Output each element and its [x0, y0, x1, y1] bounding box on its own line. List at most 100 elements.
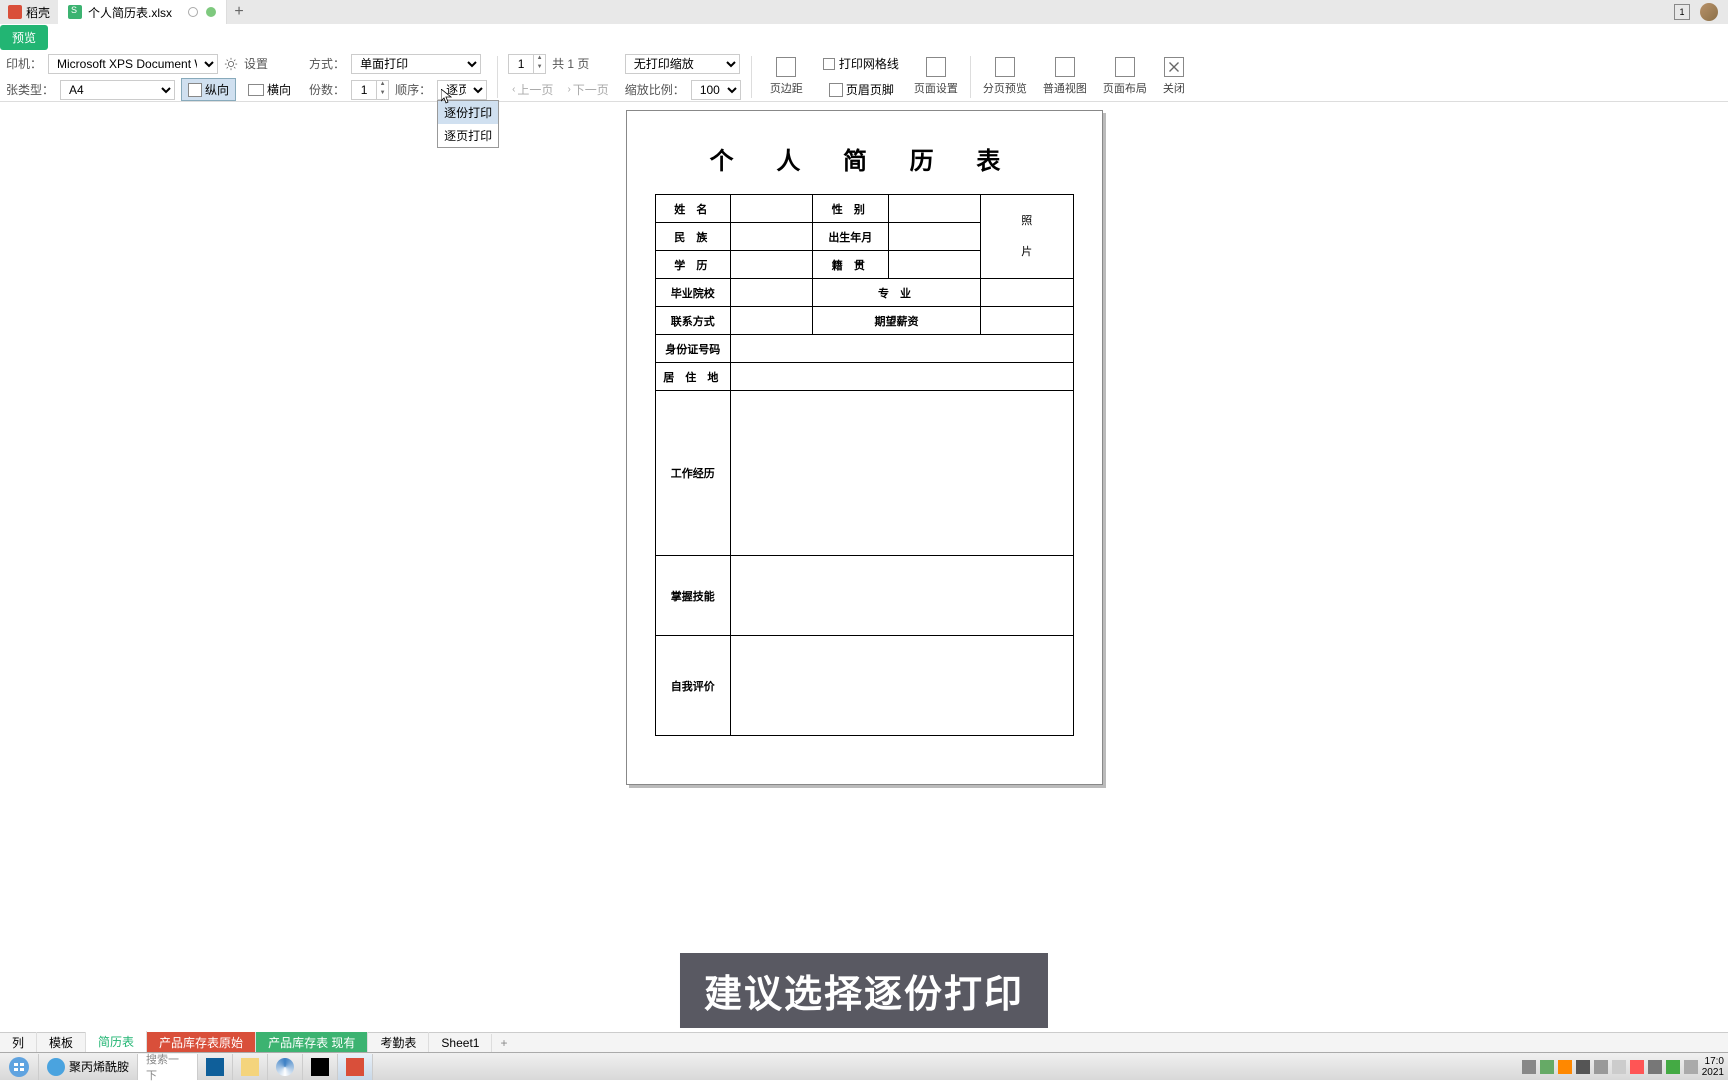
cell-name-label: 姓 名 [655, 195, 731, 223]
page-layout-button[interactable]: 页面布局 [1095, 55, 1155, 98]
titlebar-right: 1 [1674, 3, 1728, 21]
chevron-left-icon: ‹ [512, 84, 515, 95]
order-option-page[interactable]: 逐页打印 [438, 124, 498, 147]
paper-label: 张类型： [6, 81, 54, 98]
mouse-cursor-icon [441, 89, 453, 105]
spin-down-icon[interactable]: ▼ [377, 90, 388, 99]
settings-label[interactable]: 设置 [244, 55, 268, 72]
page-setup-icon [926, 57, 946, 77]
tab-indicator-icon[interactable] [188, 7, 198, 17]
tab-modified-icon[interactable] [206, 7, 216, 17]
header-footer-button[interactable]: 页眉页脚 [823, 79, 900, 100]
close-button[interactable]: 关闭 [1155, 55, 1193, 98]
page-setup-button[interactable]: 页面设置 [906, 55, 966, 98]
taskbar-video[interactable] [198, 1054, 233, 1080]
tray-icon[interactable] [1522, 1060, 1536, 1074]
taskbar-capcut[interactable] [303, 1054, 338, 1080]
cell-gender-label: 性 别 [813, 195, 889, 223]
page-down-icon[interactable]: ▼ [534, 64, 545, 73]
landscape-icon [248, 84, 264, 96]
taskbar-browser[interactable]: 聚丙烯酰胺 [39, 1054, 138, 1080]
tray-icon[interactable] [1630, 1060, 1644, 1074]
sheet-tab-first[interactable]: 列 [0, 1032, 37, 1053]
page-input[interactable] [509, 55, 533, 73]
header-footer-icon [829, 83, 843, 97]
printer-select[interactable]: Microsoft XPS Document Writer [48, 54, 218, 74]
sheet-tab-inventory-now[interactable]: 产品库存表 现有 [256, 1032, 368, 1053]
tray-icon[interactable] [1594, 1060, 1608, 1074]
preview-mode-badge[interactable]: 预览 [0, 25, 48, 50]
order-dropdown-menu: 逐份打印 逐页打印 [437, 100, 499, 148]
tray-icon[interactable] [1666, 1060, 1680, 1074]
margins-button[interactable]: 页边距 [762, 55, 811, 98]
document-tab[interactable]: 个人简历表.xlsx [58, 0, 227, 24]
page-spinner[interactable]: ▲▼ [508, 54, 546, 74]
chevron-right-icon: › [567, 84, 570, 95]
tray-clock[interactable]: 17:0 2021 [1702, 1056, 1724, 1078]
sheet-tab-resume[interactable]: 简历表 [86, 1031, 147, 1054]
preview-row: 预览 [0, 24, 1728, 50]
windows-taskbar: 聚丙烯酰胺 搜索一下 17:0 2021 [0, 1052, 1728, 1080]
taskbar-explorer[interactable] [233, 1054, 268, 1080]
toolbar-divider [497, 56, 498, 98]
resume-title: 个 人 简 历 表 [655, 141, 1074, 176]
portrait-button[interactable]: 纵向 [181, 78, 236, 101]
system-tray: 17:0 2021 [1522, 1056, 1728, 1078]
landscape-button[interactable]: 横向 [242, 79, 297, 100]
taskbar-sogou[interactable] [268, 1054, 303, 1080]
page-preview-button[interactable]: 分页预览 [975, 55, 1035, 98]
tray-icon[interactable] [1612, 1060, 1626, 1074]
start-button[interactable] [0, 1054, 39, 1080]
sheet-tab-sheet1[interactable]: Sheet1 [429, 1034, 492, 1052]
zoom-select[interactable]: 100 % [691, 80, 741, 100]
tray-icon[interactable] [1558, 1060, 1572, 1074]
normal-view-button[interactable]: 普通视图 [1035, 55, 1095, 98]
add-sheet-button[interactable]: + [492, 1036, 515, 1050]
video-icon [206, 1058, 224, 1076]
scaling-select[interactable]: 无打印缩放 [625, 54, 740, 74]
tray-icon[interactable] [1540, 1060, 1554, 1074]
tray-icon[interactable] [1648, 1060, 1662, 1074]
tray-icon[interactable] [1576, 1060, 1590, 1074]
copies-input[interactable] [352, 81, 376, 99]
zoom-label: 缩放比例： [625, 81, 685, 98]
taskbar-wps[interactable] [338, 1054, 373, 1080]
sheet-tab-bar: 列 模板 简历表 产品库存表原始 产品库存表 现有 考勤表 Sheet1 + [0, 1032, 1728, 1052]
cell-school-value [731, 279, 813, 307]
new-tab-button[interactable]: + [227, 3, 251, 21]
cell-contact-value [731, 307, 813, 335]
cell-school-label: 毕业院校 [655, 279, 731, 307]
gear-icon [224, 57, 238, 71]
sheet-tab-template[interactable]: 模板 [37, 1032, 86, 1053]
mode-select[interactable]: 单面打印 [351, 54, 481, 74]
titlebar: 稻壳 个人简历表.xlsx + 1 [0, 0, 1728, 24]
total-pages-label: 共 1 页 [552, 55, 589, 72]
cell-major-label: 专 业 [813, 279, 981, 307]
cell-address-value [731, 363, 1073, 391]
prev-page-button[interactable]: ‹上一页 [508, 81, 557, 98]
page-up-icon[interactable]: ▲ [534, 55, 545, 64]
cell-skills-label: 掌握技能 [655, 556, 731, 636]
cell-name-value [731, 195, 813, 223]
toolbar-divider [751, 56, 752, 98]
gridlines-checkbox[interactable]: 打印网格线 [823, 55, 899, 72]
sheet-tab-attendance[interactable]: 考勤表 [368, 1032, 429, 1053]
cell-salary-label: 期望薪资 [813, 307, 981, 335]
mode-label: 方式： [309, 55, 345, 72]
cell-salary-value [981, 307, 1073, 335]
copies-spinner[interactable]: ▲▼ [351, 80, 389, 100]
app-tab[interactable]: 稻壳 [0, 0, 58, 24]
tray-icon[interactable] [1684, 1060, 1698, 1074]
subtitle-caption: 建议选择逐份打印 [680, 953, 1048, 1028]
window-count-badge[interactable]: 1 [1674, 4, 1690, 20]
spin-up-icon[interactable]: ▲ [377, 81, 388, 90]
next-page-button[interactable]: ›下一页 [563, 81, 612, 98]
print-preview-area: 个 人 简 历 表 姓 名 性 别 照片 民 族 出生年月 学 历 籍 贯 [0, 102, 1728, 1032]
cell-birth-value [888, 223, 980, 251]
user-avatar[interactable] [1700, 3, 1718, 21]
tab-controls [188, 7, 216, 17]
paper-select[interactable]: A4 [60, 80, 175, 100]
sogou-icon [276, 1058, 294, 1076]
taskbar-search[interactable]: 搜索一下 [138, 1054, 198, 1080]
wps-logo-icon [8, 5, 22, 19]
